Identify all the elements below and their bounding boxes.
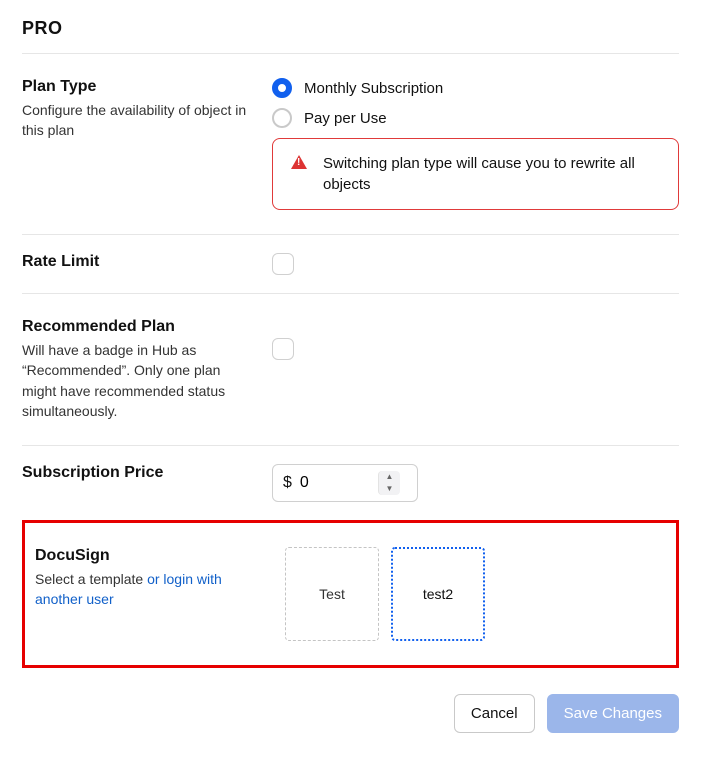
row-recommended: Recommended Plan Will have a badge in Hu… bbox=[22, 293, 679, 445]
save-button[interactable]: Save Changes bbox=[547, 694, 679, 733]
radio-selected-icon bbox=[272, 78, 292, 98]
chevron-up-icon[interactable]: ▲ bbox=[379, 471, 400, 483]
currency-symbol: $ bbox=[283, 474, 292, 492]
template-card-test2[interactable]: test2 bbox=[391, 547, 485, 641]
row-rate-limit: Rate Limit bbox=[22, 234, 679, 293]
template-label: test2 bbox=[423, 586, 453, 602]
warning-box: Switching plan type will cause you to re… bbox=[272, 138, 679, 210]
row-price: Subscription Price $ ▲ ▼ bbox=[22, 445, 679, 520]
docusign-highlight: DocuSign Select a template or login with… bbox=[22, 520, 679, 668]
recommended-label: Recommended Plan bbox=[22, 318, 254, 336]
price-input-wrap[interactable]: $ ▲ ▼ bbox=[272, 464, 418, 502]
docusign-label: DocuSign bbox=[35, 547, 267, 565]
template-label: Test bbox=[319, 586, 345, 602]
radio-payperuse[interactable]: Pay per Use bbox=[272, 108, 679, 128]
radio-payperuse-label: Pay per Use bbox=[304, 110, 387, 127]
radio-monthly[interactable]: Monthly Subscription bbox=[272, 78, 679, 98]
warning-icon bbox=[291, 155, 307, 169]
recommended-checkbox[interactable] bbox=[272, 338, 294, 360]
radio-monthly-label: Monthly Subscription bbox=[304, 80, 443, 97]
footer-actions: Cancel Save Changes bbox=[22, 668, 679, 733]
rate-limit-label: Rate Limit bbox=[22, 253, 254, 271]
template-card-test[interactable]: Test bbox=[285, 547, 379, 641]
price-stepper[interactable]: ▲ ▼ bbox=[378, 471, 400, 495]
recommended-desc: Will have a badge in Hub as “Recommended… bbox=[22, 340, 254, 421]
docusign-desc: Select a template or login with another … bbox=[35, 569, 267, 610]
page-title: PRO bbox=[22, 0, 679, 53]
chevron-down-icon[interactable]: ▼ bbox=[379, 483, 400, 495]
plan-type-desc: Configure the availability of object in … bbox=[22, 100, 254, 141]
rate-limit-checkbox[interactable] bbox=[272, 253, 294, 275]
row-plan-type: Plan Type Configure the availability of … bbox=[22, 54, 679, 234]
price-label: Subscription Price bbox=[22, 464, 254, 482]
plan-type-label: Plan Type bbox=[22, 78, 254, 96]
price-input[interactable] bbox=[300, 474, 370, 492]
row-docusign: DocuSign Select a template or login with… bbox=[35, 533, 666, 655]
cancel-button[interactable]: Cancel bbox=[454, 694, 535, 733]
docusign-desc-prefix: Select a template bbox=[35, 571, 147, 587]
warning-text: Switching plan type will cause you to re… bbox=[323, 153, 660, 195]
radio-unselected-icon bbox=[272, 108, 292, 128]
